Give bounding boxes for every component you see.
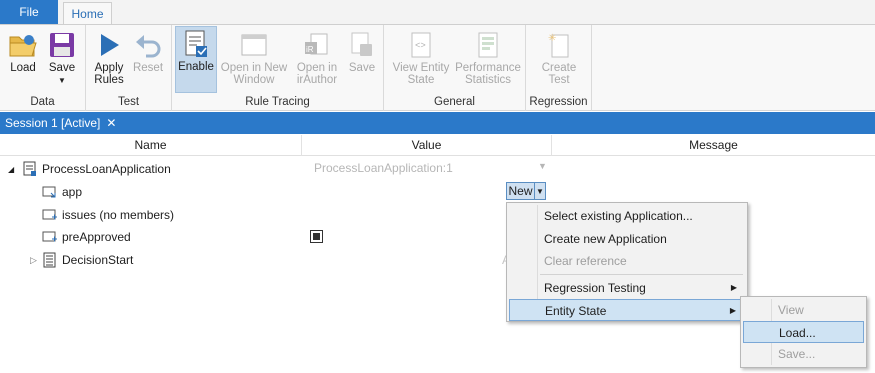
session-tab[interactable]: Session 1 [Active] ✕ xyxy=(0,112,117,134)
menu-separator xyxy=(540,274,743,275)
app-value-dropdown[interactable]: New ▼ xyxy=(506,182,546,200)
save-trace-icon xyxy=(345,28,379,62)
reset-button[interactable]: Reset xyxy=(130,28,166,92)
ribbon: Load Save ▼ Data Apply Rules Reset Test … xyxy=(0,24,875,111)
chevron-down-icon[interactable]: ▼ xyxy=(535,183,545,199)
tree-row-app[interactable]: app xyxy=(42,181,82,203)
collection-field-icon xyxy=(42,207,58,223)
column-header-value[interactable]: Value xyxy=(302,135,551,156)
submenu-item-view[interactable]: View xyxy=(743,299,864,321)
group-rule-tracing: Enable Open in New Window iR Open in irA… xyxy=(172,25,384,111)
svg-text:iR: iR xyxy=(306,45,314,54)
submenu-item-save[interactable]: Save... xyxy=(743,343,864,365)
svg-text:✳: ✳ xyxy=(548,33,556,44)
tree-label: preApproved xyxy=(62,230,131,244)
floppy-disk-icon xyxy=(45,28,79,62)
menu-item-select-existing[interactable]: Select existing Application... xyxy=(509,205,745,227)
new-document-icon: ✳ xyxy=(542,28,576,62)
open-in-irauthor-button[interactable]: iR Open in irAuthor xyxy=(291,28,343,92)
tree-label: DecisionStart xyxy=(62,253,134,267)
tree-row-preapproved[interactable]: preApproved xyxy=(42,226,131,248)
performance-statistics-button[interactable]: Performance Statistics xyxy=(454,28,522,92)
group-data: Load Save ▼ Data xyxy=(0,25,86,111)
column-divider[interactable] xyxy=(551,135,552,156)
load-button[interactable]: Load xyxy=(6,28,40,92)
home-tab[interactable]: Home xyxy=(63,2,112,25)
dropdown-caret-icon[interactable]: ▼ xyxy=(538,161,547,171)
trace-document-icon xyxy=(179,27,213,61)
ribbon-tab-bar: File Home xyxy=(0,0,875,25)
file-tab[interactable]: File xyxy=(0,0,58,24)
view-entity-state-button[interactable]: <> View Entity State xyxy=(388,28,454,92)
folder-open-icon xyxy=(6,28,40,62)
app-value-label[interactable]: New xyxy=(507,183,535,199)
menu-item-regression-testing[interactable]: Regression Testing ▶ xyxy=(509,277,745,299)
tree-row-decisionstart[interactable]: ▷ DecisionStart xyxy=(30,249,133,271)
root-value: ProcessLoanApplication:1 xyxy=(314,161,453,175)
collapsed-triangle-icon[interactable]: ▷ xyxy=(30,255,42,266)
expanded-triangle-icon[interactable]: ◢ xyxy=(8,165,22,174)
context-menu: Select existing Application... Create ne… xyxy=(506,202,748,322)
code-document-icon: <> xyxy=(404,28,438,62)
entity-state-submenu: View Load... Save... xyxy=(740,296,867,368)
menu-item-create-new[interactable]: Create new Application xyxy=(509,228,745,250)
trace-save-button[interactable]: Save xyxy=(344,28,380,92)
list-document-icon xyxy=(42,252,58,268)
open-in-new-window-button[interactable]: Open in New Window xyxy=(219,28,289,92)
tree-label: ProcessLoanApplication xyxy=(42,162,171,176)
enable-button[interactable]: Enable xyxy=(175,26,217,93)
apply-rules-button[interactable]: Apply Rules xyxy=(90,28,128,92)
entity-document-icon xyxy=(22,161,38,177)
group-regression: ✳ Create Test Regression xyxy=(526,25,592,111)
column-header-name[interactable]: Name xyxy=(0,135,301,156)
statistics-icon xyxy=(471,28,505,62)
menu-item-entity-state[interactable]: Entity State ▶ xyxy=(509,299,745,321)
tree-row-root[interactable]: ◢ ProcessLoanApplication xyxy=(8,158,171,180)
tree-label: app xyxy=(62,185,83,199)
group-test: Apply Rules Reset Test xyxy=(86,25,172,111)
create-test-button[interactable]: ✳ Create Test xyxy=(538,28,580,92)
session-tab-bar: Session 1 [Active] ✕ xyxy=(0,112,875,134)
menu-item-clear-reference[interactable]: Clear reference xyxy=(509,250,745,272)
svg-text:<>: <> xyxy=(415,41,426,51)
column-divider[interactable] xyxy=(301,135,302,156)
session-tab-label: Session 1 [Active] xyxy=(5,116,101,130)
group-general: <> View Entity State Performance Statist… xyxy=(384,25,526,111)
submenu-arrow-icon: ▶ xyxy=(729,306,736,315)
window-icon xyxy=(237,28,271,62)
submenu-item-load[interactable]: Load... xyxy=(743,321,864,343)
grid-header: Name Value Message xyxy=(0,135,875,156)
close-icon[interactable]: ✕ xyxy=(106,116,116,130)
column-header-message[interactable]: Message xyxy=(552,135,875,156)
tree-row-issues[interactable]: issues (no members) xyxy=(42,204,174,226)
play-icon xyxy=(92,28,126,62)
irauthor-icon: iR xyxy=(300,28,334,62)
submenu-arrow-icon: ▶ xyxy=(730,283,737,292)
value-field-icon xyxy=(42,229,58,245)
tree-label: issues (no members) xyxy=(62,208,175,222)
undo-icon xyxy=(131,28,165,62)
chevron-down-icon: ▼ xyxy=(58,76,66,85)
save-button[interactable]: Save ▼ xyxy=(44,28,80,92)
preapproved-checkbox[interactable] xyxy=(310,230,323,243)
checkbox-indeterminate-mark xyxy=(313,233,320,240)
reference-field-icon xyxy=(42,184,58,200)
